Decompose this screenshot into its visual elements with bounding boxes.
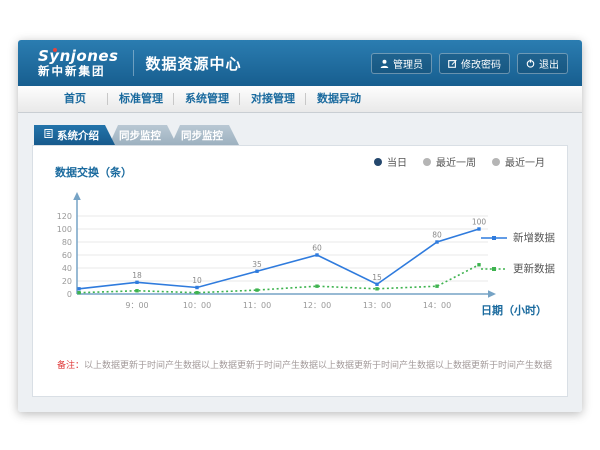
y-axis-title: 数据交换（条） xyxy=(55,164,132,180)
content-area: 系统介绍 同步监控 同步监控 当日 最近一周 xyxy=(18,113,582,412)
logo-brand-text: Synjones xyxy=(38,48,119,65)
svg-text:15: 15 xyxy=(372,273,382,282)
svg-text:120: 120 xyxy=(57,212,72,221)
svg-text:12：00: 12：00 xyxy=(303,301,331,310)
svg-text:60: 60 xyxy=(312,244,322,253)
app-header: Synjones 新中新集团 数据资源中心 管理员 修改密码 xyxy=(18,40,582,86)
time-range-filter: 当日 最近一周 最近一月 xyxy=(374,154,545,169)
dotted-line-sample xyxy=(481,264,507,274)
svg-text:80: 80 xyxy=(62,238,72,247)
tab-sync-monitor-1[interactable]: 同步监控 xyxy=(109,125,177,145)
svg-text:10：00: 10：00 xyxy=(183,301,211,310)
nav-item-data-changes[interactable]: 数据异动 xyxy=(306,86,372,112)
company-logo: Synjones 新中新集团 xyxy=(38,48,119,77)
chart-panel: 当日 最近一周 最近一月 数据交换（条） 0 20 40 60 80 100 120 9：00… xyxy=(32,145,568,397)
chart-legend: 新增数据 更新数据 xyxy=(481,230,555,276)
edit-icon xyxy=(448,59,457,68)
solid-line-sample xyxy=(481,233,507,243)
radio-dot xyxy=(374,158,382,166)
nav-item-system[interactable]: 系统管理 xyxy=(174,86,240,112)
svg-text:60: 60 xyxy=(62,251,72,260)
footnote-text: 以上数据更新于时间产生数据以上数据更新于时间产生数据以上数据更新于时间产生数据以… xyxy=(84,361,553,371)
header-divider xyxy=(133,50,134,76)
tab-sync-monitor-2[interactable]: 同步监控 xyxy=(171,125,239,145)
filter-last-month[interactable]: 最近一月 xyxy=(492,154,545,169)
svg-text:100: 100 xyxy=(472,218,487,227)
tab-system-intro[interactable]: 系统介绍 xyxy=(34,125,115,145)
main-nav: 首页 标准管理 系统管理 对接管理 数据异动 xyxy=(18,86,582,113)
svg-text:0: 0 xyxy=(67,290,72,299)
nav-item-integration[interactable]: 对接管理 xyxy=(240,86,306,112)
svg-text:80: 80 xyxy=(432,231,442,240)
svg-text:11：00: 11：00 xyxy=(243,301,271,310)
user-icon xyxy=(380,59,389,68)
page-title: 数据资源中心 xyxy=(146,53,242,74)
logo-company-name: 新中新集团 xyxy=(38,65,119,78)
nav-item-standards[interactable]: 标准管理 xyxy=(108,86,174,112)
logout-button[interactable]: 退出 xyxy=(517,53,568,74)
radio-dot xyxy=(423,158,431,166)
document-icon xyxy=(44,129,53,141)
svg-text:13：00: 13：00 xyxy=(363,301,391,310)
footnote-label: 备注： xyxy=(57,361,84,371)
svg-text:9：00: 9：00 xyxy=(125,301,148,310)
nav-item-home[interactable]: 首页 xyxy=(42,86,108,112)
line-chart: 0 20 40 60 80 100 120 9：00 10：00 11：00 12：00 13：00 1… xyxy=(47,184,497,324)
footnote: 备注：以上数据更新于时间产生数据以上数据更新于时间产生数据以上数据更新于时间产生… xyxy=(57,358,553,371)
power-icon xyxy=(526,59,535,68)
svg-text:20: 20 xyxy=(62,277,72,286)
svg-text:100: 100 xyxy=(57,225,72,234)
radio-dot xyxy=(492,158,500,166)
filter-today[interactable]: 当日 xyxy=(374,154,407,169)
svg-text:40: 40 xyxy=(62,264,72,273)
tab-bar: 系统介绍 同步监控 同步监控 xyxy=(32,125,568,145)
filter-last-week[interactable]: 最近一周 xyxy=(423,154,476,169)
app-window: Synjones 新中新集团 数据资源中心 管理员 修改密码 xyxy=(18,40,582,412)
legend-item-updated-data: 更新数据 xyxy=(481,261,555,276)
svg-text:35: 35 xyxy=(252,260,262,269)
svg-text:18: 18 xyxy=(132,271,142,280)
admin-user-button[interactable]: 管理员 xyxy=(371,53,432,74)
change-password-button[interactable]: 修改密码 xyxy=(439,53,510,74)
header-actions: 管理员 修改密码 退出 xyxy=(371,53,568,74)
svg-text:14：00: 14：00 xyxy=(423,301,451,310)
x-axis-title: 日期（小时） xyxy=(481,302,547,318)
svg-text:10: 10 xyxy=(192,276,202,285)
legend-item-new-data: 新增数据 xyxy=(481,230,555,245)
